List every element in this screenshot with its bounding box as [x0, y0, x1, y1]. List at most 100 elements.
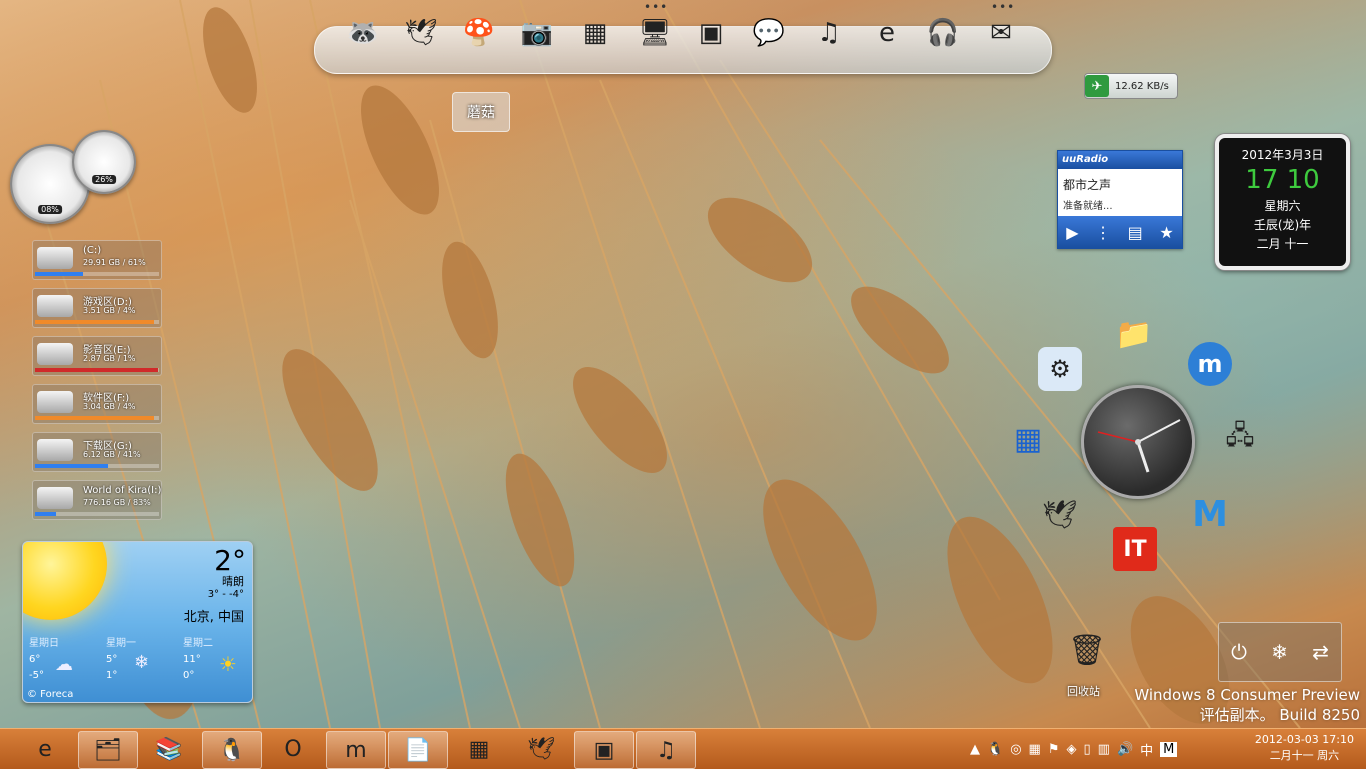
weather-condition: 晴朗 — [222, 575, 244, 588]
play-icon[interactable]: ▶ — [1066, 223, 1078, 242]
watermark-line2: 评估副本。 Build 8250 — [1199, 706, 1360, 724]
drive-usage-bar — [35, 512, 159, 516]
volume-icon[interactable]: 🔊 — [1117, 742, 1133, 757]
forecast-high: 11° — [183, 654, 201, 665]
yy-icon[interactable]: 🦝 — [340, 10, 386, 56]
clock-hands — [1097, 419, 1181, 473]
flag-icon[interactable]: ⚑ — [1048, 742, 1060, 757]
taskbar-clock[interactable]: 2012-03-03 17:10 二月十一 周六 — [1255, 732, 1354, 764]
drive-usage-fill — [35, 320, 155, 324]
recycle-bin-icon[interactable]: 🗑 — [1068, 633, 1106, 677]
cube-tray-icon[interactable]: ▦ — [1029, 742, 1041, 757]
hard-drive-icon — [37, 343, 73, 365]
snow-icon: ❄ — [134, 652, 150, 673]
taskbar-maxthon-button[interactable]: m — [326, 731, 386, 769]
weather-city: 北京, 中国 — [183, 610, 244, 625]
hard-drive-icon — [37, 439, 73, 461]
taskbar-explorer-button[interactable]: 🗂 — [78, 731, 138, 769]
feiq-bird-icon[interactable]: 🕊 — [398, 10, 444, 56]
taskbar-opera-button[interactable]: O — [264, 731, 322, 767]
drive-usage-fill — [35, 368, 158, 372]
drive-item[interactable]: (C:) 29.91 GB / 61% — [32, 240, 162, 280]
drive-item[interactable]: World of Kira(I:) 776.16 GB / 83% — [32, 480, 162, 520]
power-icon[interactable]: ⏻ — [1231, 640, 1247, 664]
taskbar-qq-button[interactable]: 🐧 — [202, 731, 262, 769]
weather-forecast: 星期日 6° -5° ☁ 星期一 5° 1° ❄ 星期二 11° 0° ☀ — [23, 632, 252, 686]
ime-indicator[interactable]: 中 — [1140, 740, 1153, 759]
folder-icon[interactable]: 📁 — [1112, 312, 1156, 356]
drive-name: World of Kira(I:) — [83, 485, 162, 496]
recycle-bin-label[interactable]: 回收站 — [1067, 683, 1100, 699]
control-panel-icon[interactable]: ⚙ — [1038, 347, 1082, 391]
server-icon[interactable]: 🖧 — [1218, 417, 1262, 461]
forecast-low: -5° — [29, 670, 44, 681]
ithome-icon[interactable]: IT — [1113, 527, 1157, 571]
bird-icon[interactable]: 🕊 — [1038, 492, 1082, 536]
sleep-icon[interactable]: ❄ — [1271, 640, 1288, 664]
power-widget: ⏻ ❄ ⇄ — [1218, 622, 1342, 682]
drive-item[interactable]: 软件区(F:) 3.04 GB / 4% — [32, 384, 162, 424]
computer-icon[interactable]: 🖥 — [632, 10, 678, 56]
analog-clock — [1081, 385, 1195, 499]
weather-credit[interactable]: © Foreca — [27, 689, 73, 700]
drive-item[interactable]: 下载区(G:) 6.12 GB / 41% — [32, 432, 162, 472]
show-hidden-icons[interactable]: ▲ — [970, 742, 980, 757]
forecast-high: 5° — [106, 654, 118, 665]
drive-usage-fill — [35, 416, 155, 420]
drive-usage-bar — [35, 416, 159, 420]
forecast-day: 星期日 6° -5° ☁ — [23, 632, 97, 686]
drive-info: 3.51 GB / 4% — [83, 306, 136, 315]
cpu-gauge-value: 08% — [38, 205, 62, 214]
drive-item[interactable]: 游戏区(D:) 3.51 GB / 4% — [32, 288, 162, 328]
network-speed-widget[interactable]: ✈ 12.62 KB/s — [1084, 73, 1178, 99]
cube-icon[interactable]: ▦ — [572, 10, 618, 56]
calendar-weekday: 星期六 — [1264, 199, 1301, 213]
battery-icon[interactable]: ▯ — [1083, 742, 1090, 757]
mail-icon[interactable]: ✉ — [978, 10, 1024, 56]
taskbar-winrar-button[interactable]: 📚 — [140, 731, 198, 767]
calendar-date: 2012年3月3日 — [1241, 148, 1324, 162]
forecast-day: 星期二 11° 0° ☀ — [177, 632, 251, 686]
drive-info: 776.16 GB / 83% — [83, 498, 151, 507]
taskbar-cube-button[interactable]: ▦ — [450, 731, 508, 767]
drive-usage-fill — [35, 272, 84, 276]
forecast-high: 6° — [29, 654, 41, 665]
maxthon-icon[interactable]: m — [1188, 342, 1232, 386]
drive-usage-bar — [35, 272, 159, 276]
itunes-icon[interactable]: ♫ — [806, 10, 852, 56]
sunny-icon: ☀ — [219, 652, 237, 676]
chat-bubble-icon[interactable]: 💬 — [746, 10, 792, 56]
taskbar-document-button[interactable]: 📄 — [388, 731, 448, 769]
taskbar-itunes-button[interactable]: ♫ — [636, 731, 696, 769]
forecast-day: 星期一 5° 1° ❄ — [100, 632, 174, 686]
taskbar-flashget-button[interactable]: ▣ — [574, 731, 634, 769]
taskbar-bird-button[interactable]: 🕊 — [512, 731, 570, 767]
m-logo-icon[interactable]: M — [1188, 492, 1232, 536]
cube-icon[interactable]: ▦ — [1006, 417, 1050, 461]
radio-controls: ▶ ⋮ ▤ ★ — [1058, 216, 1182, 248]
qq-tray-icon[interactable]: 🐧 — [987, 742, 1003, 757]
system-tray: ▲ 🐧 ◎ ▦ ⚑ ◈ ▯ ▥ 🔊 中 M — [970, 729, 1178, 769]
volume-icon[interactable]: ⋮ — [1095, 223, 1111, 242]
flashget-icon[interactable]: ▣ — [688, 10, 734, 56]
drive-name: (C:) — [83, 245, 102, 256]
nvidia-icon[interactable]: ◈ — [1066, 742, 1076, 757]
webcam-icon[interactable]: 📷 — [514, 10, 560, 56]
taskbar-ie-button[interactable]: e — [16, 731, 74, 767]
sync-tray-icon[interactable]: ◎ — [1010, 742, 1021, 757]
network-icon[interactable]: ▥ — [1098, 742, 1110, 757]
weather-widget[interactable]: 2° 晴朗 3° - -4° 北京, 中国 星期日 6° -5° ☁ 星期一 5… — [22, 541, 253, 703]
taskbar: e 🗂 📚 🐧 Om 📄 ▦ 🕊 ▣ ♫ ▲ 🐧 ◎ ▦ ⚑ ◈ ▯ ▥ 🔊 中 M 2012-0… — [0, 728, 1366, 769]
ime-mode-indicator[interactable]: M — [1160, 741, 1178, 757]
list-icon[interactable]: ▤ — [1128, 223, 1143, 242]
mushroom-icon[interactable]: 🍄 — [456, 10, 502, 56]
star-icon[interactable]: ★ — [1159, 223, 1173, 242]
forecast-day-name: 星期日 — [29, 638, 59, 649]
switch-user-icon[interactable]: ⇄ — [1312, 640, 1329, 664]
weather-range: 3° - -4° — [207, 589, 244, 600]
headphone-icon[interactable]: 🎧 — [920, 10, 966, 56]
memory-gauge[interactable]: 26% — [72, 130, 136, 194]
drive-item[interactable]: 影音区(E:) 2.87 GB / 1% — [32, 336, 162, 376]
os-watermark: Windows 8 Consumer Preview 评估副本。 Build 8… — [1134, 685, 1360, 725]
ie-icon[interactable]: e — [864, 10, 910, 56]
